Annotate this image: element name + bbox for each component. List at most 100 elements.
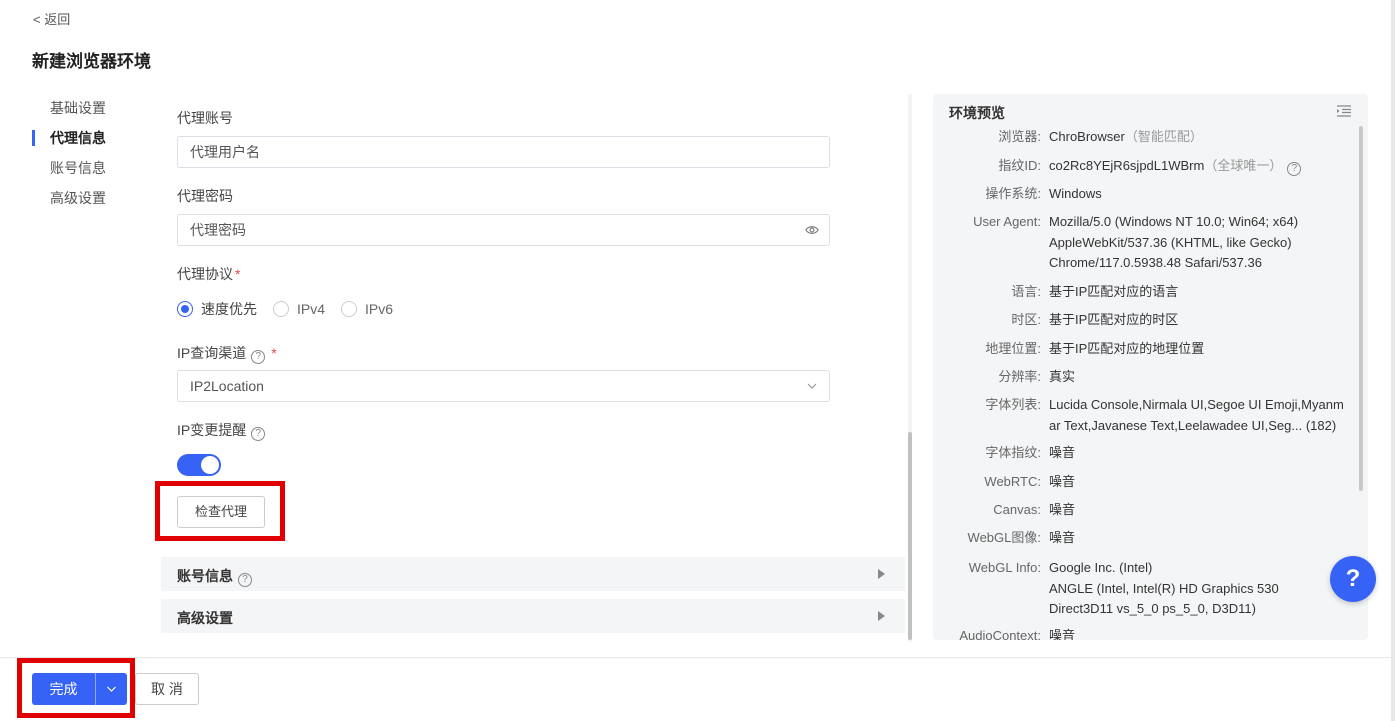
proxy-protocol-label: 代理协议 *: [177, 264, 240, 284]
environment-preview-panel: 环境预览 浏览器: ChroBrowser（智能匹配） 指纹ID: co2Rc8…: [933, 94, 1368, 640]
proxy-protocol-label-text: 代理协议: [177, 266, 233, 282]
preview-value: 噪音: [1049, 628, 1076, 640]
preview-key: 操作系统:: [985, 186, 1041, 201]
preview-value: 噪音: [1049, 530, 1076, 545]
preview-title: 环境预览: [949, 105, 1005, 121]
preview-value: co2Rc8YEjR6sjpdL1WBrm（全球唯一）?: [1049, 156, 1345, 177]
preview-key: AudioContext:: [959, 628, 1041, 640]
preview-value-line: Google Inc. (Intel): [1049, 560, 1153, 575]
section-title-text: 账号信息: [177, 568, 233, 584]
radio-dot: [177, 301, 193, 317]
done-button[interactable]: 完成: [32, 673, 95, 705]
preview-value: Mozilla/5.0 (Windows NT 10.0; Win64; x64…: [1049, 214, 1299, 270]
preview-value: 基于IP匹配对应的语言: [1049, 284, 1179, 299]
preview-value: 噪音: [1049, 474, 1076, 489]
radio-dot: [273, 301, 289, 317]
done-dropdown-button[interactable]: [96, 673, 127, 705]
preview-key: 字体列表:: [985, 397, 1041, 412]
preview-value: 噪音: [1049, 445, 1076, 460]
preview-key: 指纹ID:: [998, 158, 1041, 173]
proxy-account-label: 代理账号: [177, 110, 233, 126]
back-link[interactable]: < 返回: [33, 9, 70, 28]
window-edge: [1391, 0, 1395, 721]
proxy-form: 代理账号 代理用户名 代理密码 代理密码 代理协议 * 速度优先 IPv4 IPv…: [161, 94, 906, 642]
section-advanced-settings[interactable]: 高级设置: [161, 599, 905, 633]
list-menu-icon[interactable]: [1336, 104, 1352, 118]
preview-key: 时区:: [1011, 312, 1041, 327]
preview-value-text: co2Rc8YEjR6sjpdL1WBrm: [1049, 158, 1205, 173]
radio-label: IPv4: [297, 301, 326, 317]
proxy-password-label: 代理密码: [177, 188, 233, 204]
preview-key: Canvas:: [993, 502, 1041, 517]
preview-value-text: ChroBrowser: [1049, 129, 1125, 144]
question-icon[interactable]: ?: [238, 573, 252, 587]
preview-key: WebGL图像:: [967, 530, 1041, 545]
preview-value: Google Inc. (Intel) ANGLE (Intel, Intel(R…: [1049, 558, 1345, 620]
question-icon[interactable]: ?: [251, 427, 266, 441]
ip-change-alert-toggle[interactable]: [177, 454, 221, 476]
check-proxy-button[interactable]: 检查代理: [177, 496, 265, 528]
form-scrollbar-thumb[interactable]: [908, 432, 912, 640]
preview-hint: （全球唯一）: [1204, 158, 1283, 173]
section-title: 账号信息?: [177, 566, 252, 587]
preview-scrollbar-thumb[interactable]: [1359, 126, 1363, 491]
preview-key: User Agent:: [973, 214, 1041, 229]
cancel-button[interactable]: 取 消: [135, 673, 199, 705]
section-account-info[interactable]: 账号信息?: [161, 557, 905, 591]
preview-hint: （智能匹配）: [1124, 129, 1203, 144]
page-title: 新建浏览器环境: [32, 52, 151, 71]
preview-key: 语言:: [1011, 284, 1041, 299]
radio-ipv4[interactable]: IPv4: [273, 299, 325, 319]
radio-speed-first[interactable]: 速度优先: [177, 299, 257, 319]
caret-right-icon: [878, 611, 885, 621]
toggle-knob: [201, 456, 219, 474]
radio-dot: [341, 301, 358, 317]
preview-value: 基于IP匹配对应的时区: [1049, 312, 1179, 327]
nav-item-account[interactable]: 账号信息: [32, 153, 142, 183]
radio-label: IPv6: [365, 301, 394, 317]
radio-ipv6[interactable]: IPv6: [341, 299, 393, 319]
proxy-password-input[interactable]: 代理密码: [177, 214, 830, 246]
help-button[interactable]: ?: [1330, 556, 1376, 602]
ip-change-alert-label: IP变更提醒?: [177, 420, 266, 441]
preview-value-text: Lucida Console,Nirmala UI,Segoe UI Emoji…: [1049, 397, 1344, 433]
chevron-down-icon: [807, 383, 817, 389]
preview-key: 地理位置:: [985, 341, 1041, 356]
question-icon[interactable]: ?: [251, 350, 266, 364]
proxy-protocol-radio-group: 速度优先 IPv4 IPv6: [177, 299, 393, 319]
nav-item-proxy[interactable]: 代理信息: [32, 123, 142, 153]
preview-value: Lucida Console,Nirmala UI,Segoe UI Emoji…: [1049, 395, 1345, 436]
chevron-down-icon: [107, 686, 116, 692]
ip-channel-value: IP2Location: [190, 378, 264, 394]
preview-key: WebGL Info:: [968, 560, 1041, 575]
section-title: 高级设置: [177, 610, 233, 626]
proxy-account-input[interactable]: 代理用户名: [177, 136, 830, 168]
side-nav: 基础设置 代理信息 账号信息 高级设置: [32, 93, 142, 213]
eye-icon[interactable]: [805, 224, 819, 236]
required-mark: *: [235, 266, 241, 282]
ip-channel-select[interactable]: IP2Location: [177, 370, 830, 402]
required-mark: *: [271, 345, 277, 361]
preview-value: Windows: [1049, 186, 1102, 201]
preview-value: 噪音: [1049, 502, 1076, 517]
preview-key: 字体指纹:: [985, 445, 1041, 460]
preview-value: 基于IP匹配对应的地理位置: [1049, 341, 1205, 356]
font-count: (182): [1305, 417, 1337, 433]
preview-value: ChroBrowser（智能匹配）: [1049, 127, 1345, 148]
caret-right-icon: [878, 569, 885, 579]
ip-change-alert-label-text: IP变更提醒: [177, 422, 247, 438]
radio-label: 速度优先: [201, 301, 257, 317]
proxy-password-placeholder: 代理密码: [190, 222, 246, 238]
preview-key: WebRTC:: [984, 474, 1041, 489]
question-icon[interactable]: ?: [1287, 162, 1302, 176]
ip-channel-label: IP查询渠道? *: [177, 343, 277, 364]
ip-channel-label-text: IP查询渠道: [177, 345, 247, 361]
nav-item-basic[interactable]: 基础设置: [32, 93, 142, 123]
preview-value: 真实: [1049, 369, 1076, 384]
done-button-group: 完成: [32, 673, 127, 705]
nav-item-advanced[interactable]: 高级设置: [32, 183, 142, 213]
preview-key: 分辨率:: [998, 369, 1041, 384]
footer-bar: [0, 657, 1395, 721]
preview-value-line: ANGLE (Intel, Intel(R) HD Graphics 530 D…: [1049, 580, 1279, 617]
preview-key: 浏览器:: [998, 129, 1041, 144]
